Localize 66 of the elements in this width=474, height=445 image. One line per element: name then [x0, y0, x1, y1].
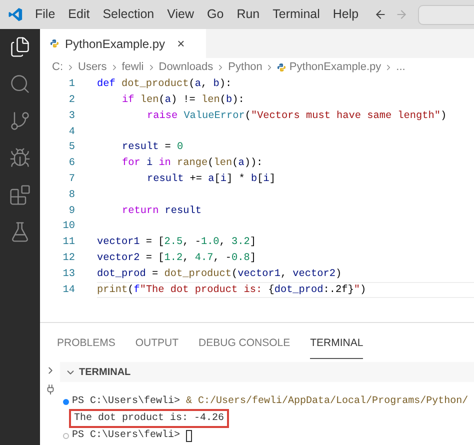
menu-item[interactable]: Go: [207, 5, 224, 24]
code-line: raise ValueError("Vectors must have same length"): [147, 110, 447, 124]
tab-close[interactable]: ×: [177, 34, 185, 54]
code-line: print(f"The dot product is: {dot_prod:.2f}"): [97, 284, 366, 298]
line-number: 9: [68, 204, 75, 219]
panel-tab[interactable]: PROBLEMS: [57, 336, 116, 359]
line-number: 4: [68, 126, 75, 140]
breadcrumb-item[interactable]: Python: [228, 59, 262, 76]
flask-icon[interactable]: [9, 221, 31, 243]
prompt: PS C:\Users\fewli>: [72, 428, 180, 443]
line-number: 6: [68, 157, 75, 172]
breadcrumb-item[interactable]: Users: [78, 59, 107, 76]
code-line: result += a[i] * b[i]: [147, 172, 276, 188]
menu-item[interactable]: View: [167, 5, 194, 24]
chevron-icon: [66, 63, 75, 72]
line-number: 10: [62, 220, 75, 234]
app-logo-icon: [8, 7, 23, 22]
panel-tab[interactable]: DEBUG CONSOLE: [198, 336, 290, 359]
output-text: The dot product is: -4.26: [69, 409, 230, 428]
code-line: vector2 = [1.2, 4.7, -0.8]: [97, 252, 256, 266]
cursor: [186, 430, 192, 442]
files-icon[interactable]: [9, 36, 31, 58]
blocks-icon[interactable]: [9, 184, 31, 206]
code-line: result = 0: [122, 140, 184, 156]
menu-item[interactable]: Terminal: [272, 5, 320, 24]
menu-item[interactable]: Run: [236, 5, 260, 24]
breadcrumb-item[interactable]: fewli: [122, 59, 144, 76]
plug-icon[interactable]: [44, 384, 56, 395]
command-center-field[interactable]: [418, 4, 474, 24]
editor-tab[interactable]: PythonExample.py ×: [40, 29, 206, 58]
python-file-icon: [50, 39, 59, 48]
branch-icon[interactable]: [9, 110, 31, 132]
panel-tab[interactable]: OUTPUT: [135, 336, 179, 359]
code-line: if len(a) != len(b):: [122, 94, 244, 108]
bug-icon[interactable]: [9, 147, 31, 169]
menu-item[interactable]: Selection: [102, 5, 154, 24]
line-number: 1: [68, 78, 75, 92]
code-line: return result: [122, 204, 202, 219]
tab-label: PythonExample.py: [65, 36, 166, 52]
command-text: & C:/Users/fewli/AppData/Local/Programs/Python/: [186, 394, 468, 409]
line-number: 3: [68, 110, 75, 124]
line-number: 13: [62, 268, 75, 282]
breadcrumb-item[interactable]: Downloads: [158, 59, 214, 76]
line-number: 7: [68, 173, 75, 188]
back-arrow-icon[interactable]: [374, 8, 387, 21]
line-number: 8: [68, 188, 75, 203]
code-line: vector1 = [2.5, -1.0, 3.2]: [97, 236, 256, 250]
menu-item[interactable]: File: [35, 5, 56, 24]
breadcrumb-item[interactable]: C:: [52, 59, 63, 76]
menu-item[interactable]: Edit: [68, 5, 90, 24]
line-number: 2: [68, 94, 75, 108]
code-line: for i in range(len(a)):: [122, 156, 263, 172]
breadcrumb-item[interactable]: PythonExample.py: [289, 59, 382, 76]
line-number: 5: [68, 141, 75, 156]
prompt: PS C:\Users\fewli>: [72, 394, 180, 409]
python-file-icon: [277, 63, 286, 72]
line-number: 14: [62, 284, 75, 298]
code-line: dot_prod = dot_product(vector1, vector2): [97, 268, 342, 282]
section-title: TERMINAL: [79, 366, 131, 380]
line-number: 12: [62, 252, 75, 266]
panel-tab[interactable]: TERMINAL: [310, 336, 364, 359]
line-number: 11: [62, 236, 75, 250]
menu-item[interactable]: Help: [332, 5, 359, 24]
code-line: def dot_product(a, b):: [97, 78, 232, 92]
search-icon[interactable]: [9, 73, 31, 95]
breadcrumb-item[interactable]: ...: [396, 59, 406, 76]
